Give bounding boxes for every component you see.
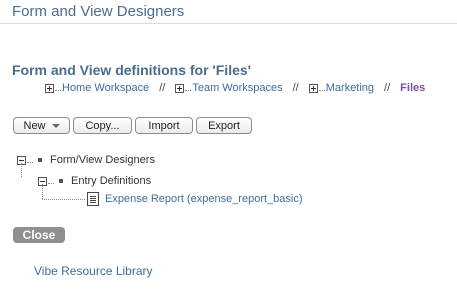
page-header: Form and View Designers	[0, 0, 457, 24]
breadcrumb: Home Workspace // Team Workspaces // Mar…	[45, 82, 425, 94]
node-icon	[59, 179, 63, 183]
expand-icon[interactable]	[308, 83, 318, 93]
expand-icon[interactable]	[45, 83, 54, 93]
breadcrumb-item-marketing[interactable]: Marketing	[308, 82, 374, 94]
breadcrumb-separator: //	[159, 82, 166, 94]
export-button[interactable]: Export	[196, 117, 252, 134]
tree-node-label[interactable]: Entry Definitions	[71, 175, 151, 187]
chevron-down-icon	[51, 123, 60, 128]
breadcrumb-label[interactable]: Home Workspace	[62, 82, 149, 94]
import-button[interactable]: Import	[135, 117, 193, 134]
breadcrumb-label[interactable]: Team Workspaces	[192, 82, 282, 94]
new-button[interactable]: New	[13, 117, 70, 134]
node-icon	[38, 158, 42, 162]
breadcrumb-separator: //	[384, 82, 391, 94]
tree-node-label[interactable]: Form/View Designers	[50, 154, 155, 166]
tree-node-expense-report[interactable]: Expense Report (expense_report_basic)	[87, 192, 303, 206]
copy-button[interactable]: Copy...	[73, 117, 132, 134]
breadcrumb-separator: //	[292, 82, 299, 94]
toolbar: New Copy... Import Export	[13, 117, 252, 134]
vibe-resource-library-link[interactable]: Vibe Resource Library	[34, 264, 153, 278]
breadcrumb-item-home[interactable]: Home Workspace	[45, 82, 149, 94]
section-title: Form and View definitions for 'Files'	[12, 62, 251, 78]
expand-icon[interactable]	[175, 83, 185, 93]
breadcrumb-item-team[interactable]: Team Workspaces	[175, 82, 283, 94]
page-title: Form and View Designers	[12, 3, 185, 20]
breadcrumb-label[interactable]: Marketing	[326, 82, 374, 94]
new-button-label: New	[23, 119, 46, 132]
document-icon	[87, 192, 99, 206]
tree-node-entry-definitions[interactable]: Entry Definitions	[38, 174, 151, 188]
tree-node-root[interactable]: Form/View Designers	[17, 153, 155, 167]
breadcrumb-current: Files	[400, 82, 426, 94]
tree-node-label[interactable]: Expense Report (expense_report_basic)	[105, 193, 303, 205]
close-button[interactable]: Close	[13, 227, 65, 243]
